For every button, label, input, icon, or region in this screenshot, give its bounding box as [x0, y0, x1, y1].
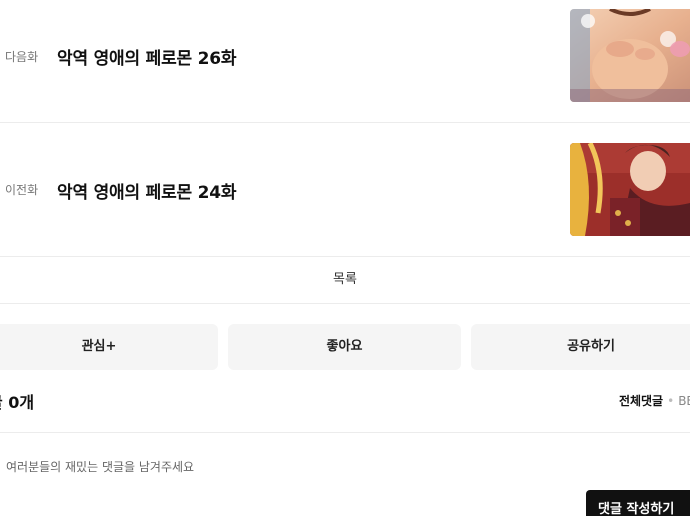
next-episode-thumbnail[interactable] [570, 9, 690, 102]
comment-divider [0, 432, 690, 433]
share-button[interactable]: 공유하기 [471, 324, 690, 370]
comment-sort-options: 전체댓글 •BEST댓 [619, 392, 690, 409]
prev-episode-title[interactable]: 악역 영애의 페로몬 24화 [57, 178, 237, 203]
sort-all-comments[interactable]: 전체댓글 [619, 394, 663, 408]
comment-header: 글 0개 전체댓글 •BEST댓 [0, 385, 690, 415]
episode-footer-page: 다음화 악역 영애의 페로몬 26화 이전화 악역 영애의 페로몬 24화 목록… [0, 0, 690, 516]
add-interest-button[interactable]: 관심+ [0, 324, 218, 370]
write-comment-button[interactable]: 댓글 작성하기 [586, 490, 690, 516]
prev-episode-tag: 이전화 [5, 183, 39, 197]
sort-separator: • [667, 394, 675, 408]
prev-episode-row[interactable]: 이전화 악역 영애의 페로몬 24화 [0, 123, 690, 257]
prev-episode-thumbnail[interactable] [570, 143, 690, 236]
next-episode-title[interactable]: 악역 영애의 페로몬 26화 [57, 44, 237, 69]
like-button[interactable]: 좋아요 [228, 324, 461, 370]
next-episode-tag: 다음화 [5, 50, 39, 64]
comment-input[interactable]: 여러분들의 재밌는 댓글을 남겨주세요 [6, 458, 194, 475]
sort-best-comments[interactable]: BEST댓 [678, 394, 690, 408]
episode-list-button[interactable]: 목록 [0, 257, 690, 304]
comment-count: 글 0개 [0, 393, 35, 412]
next-episode-row[interactable]: 다음화 악역 영애의 페로몬 26화 [0, 0, 690, 123]
